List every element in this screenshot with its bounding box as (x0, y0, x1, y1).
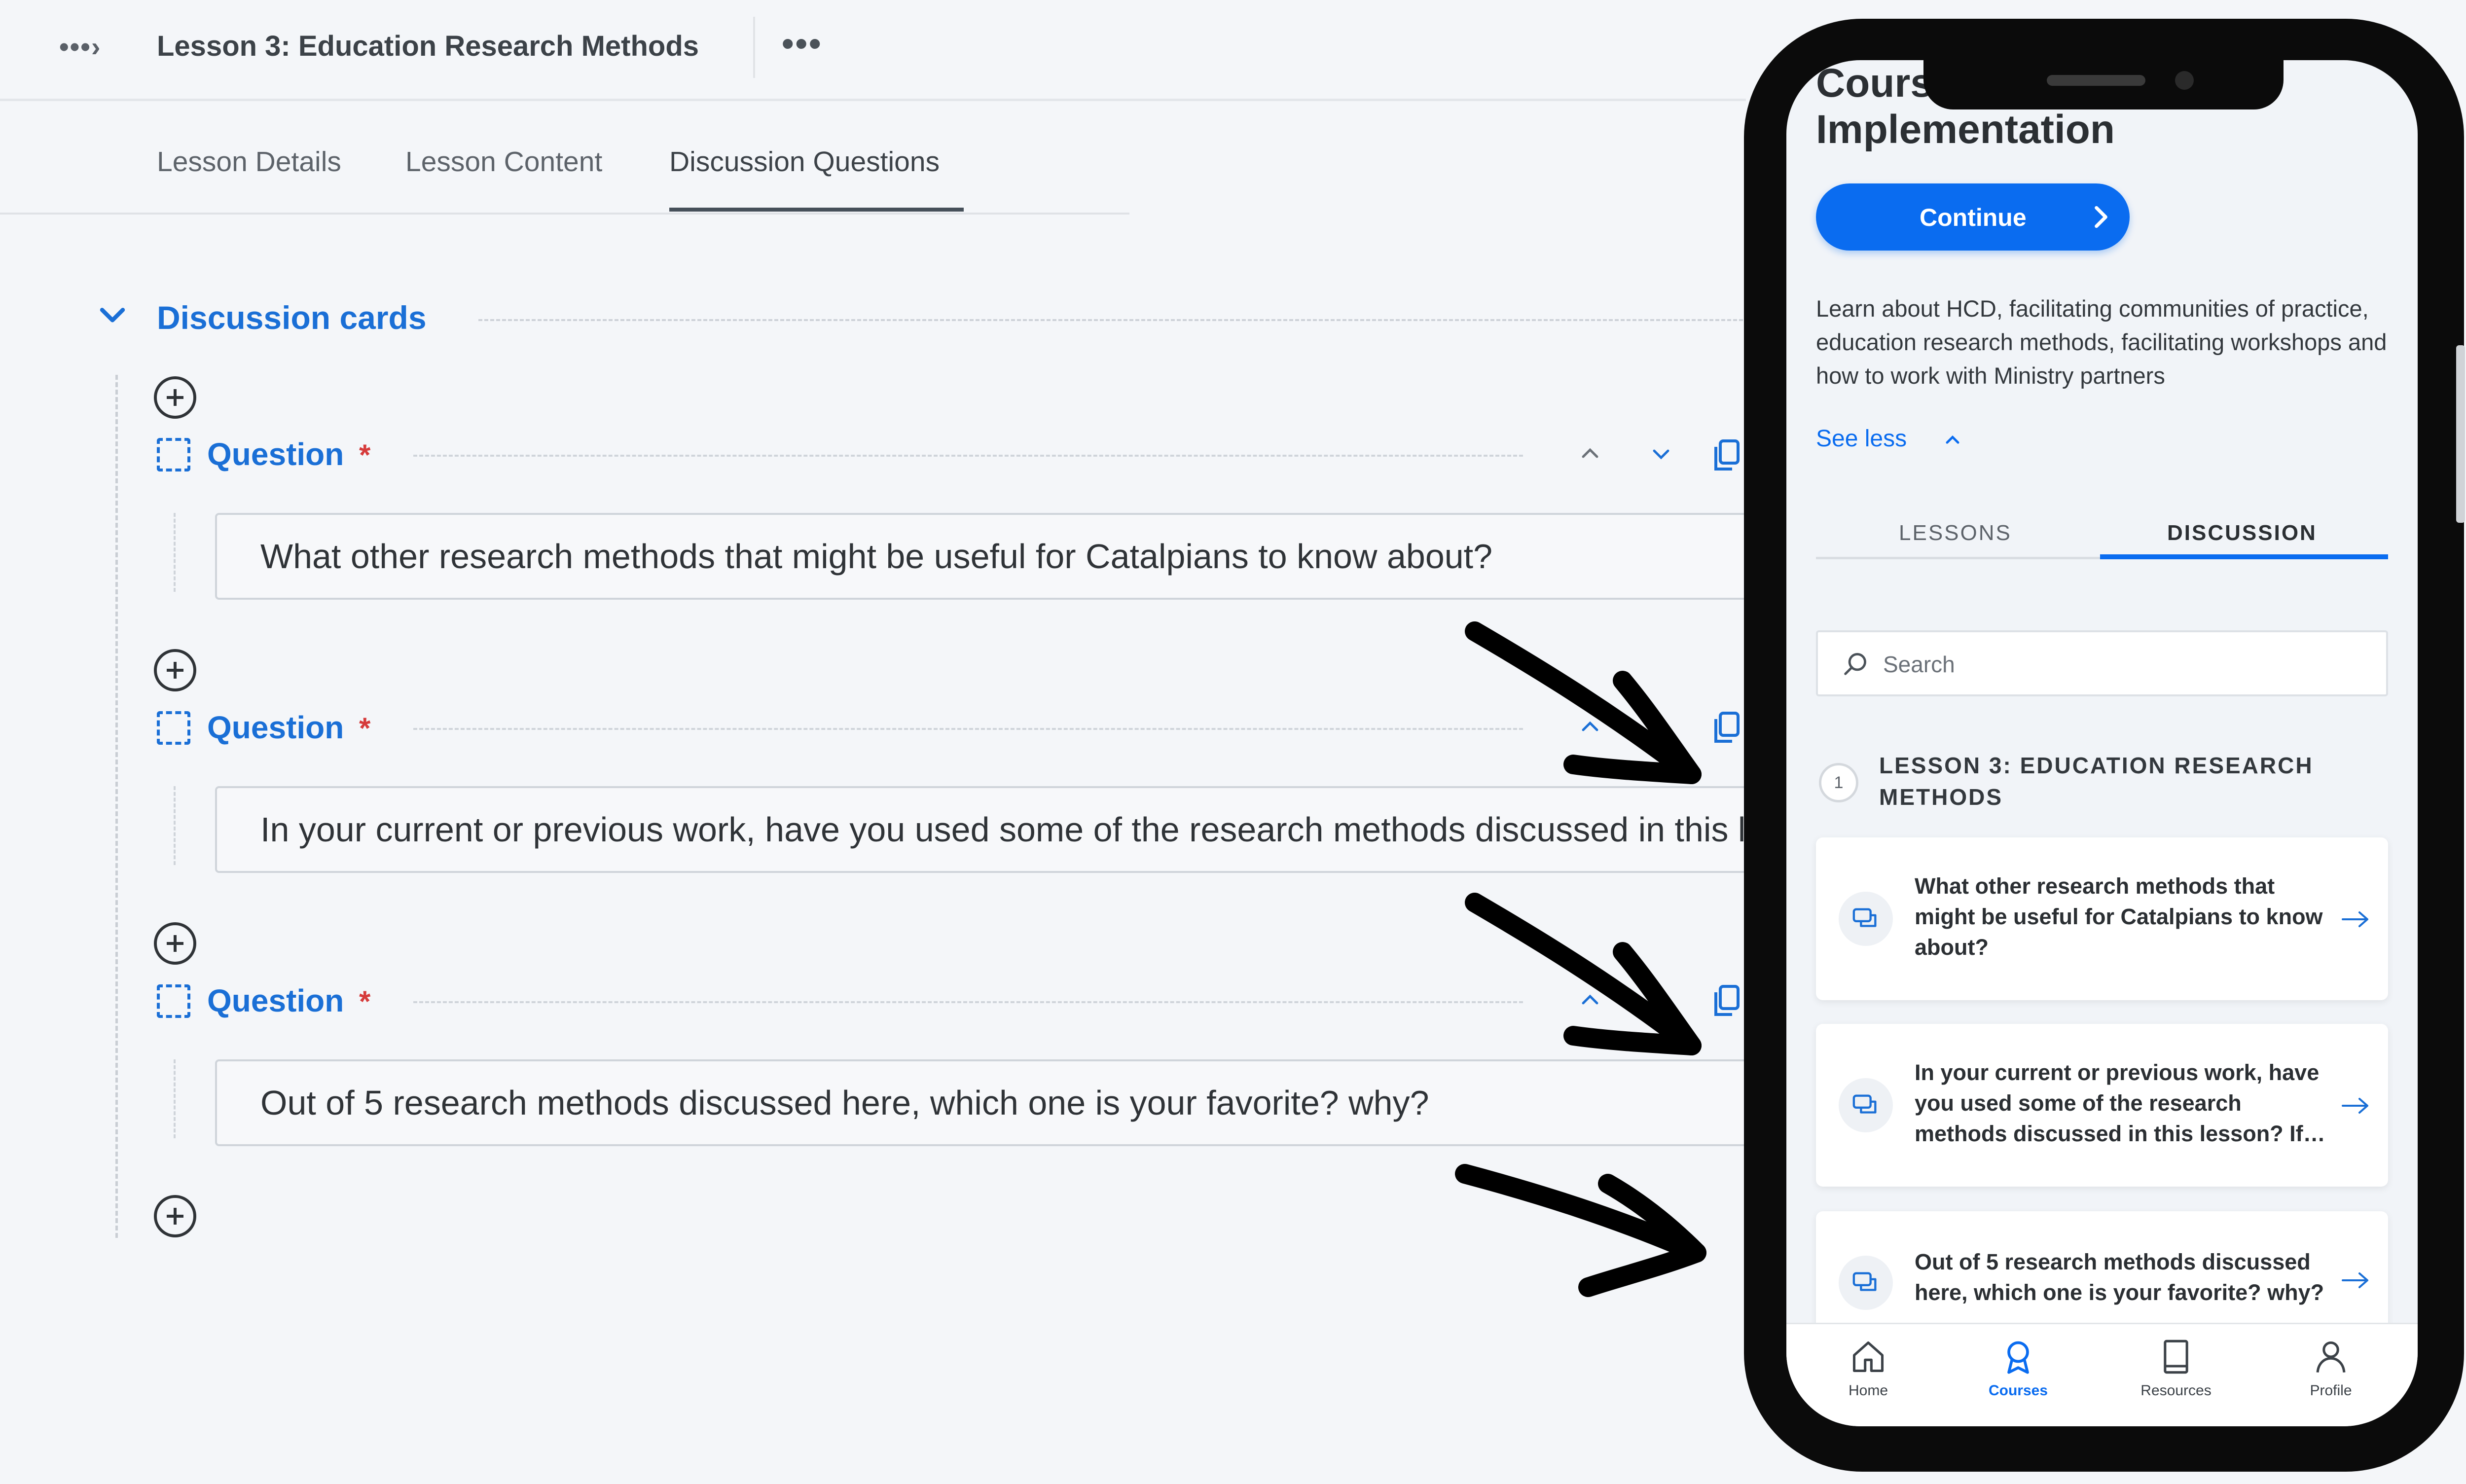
question-label: Question (207, 983, 344, 1018)
phone-tabs: LESSONS DISCUSSION (1816, 504, 2388, 559)
phone-camera (2175, 71, 2194, 90)
annotation-arrow-icon (1465, 893, 1702, 1055)
nav-home[interactable]: Home (1819, 1338, 1918, 1399)
courses-icon (2007, 1341, 2029, 1374)
nav-resources[interactable]: Resources (2127, 1338, 2225, 1399)
add-question-button[interactable] (154, 649, 196, 691)
bottom-navigation: Home Courses Resources Profile (1786, 1323, 2418, 1426)
question-indent-line (174, 513, 176, 592)
discussion-icon-bg (1839, 1078, 1893, 1132)
chat-bubbles-icon (1852, 1094, 1877, 1114)
annotation-arrow-icon (1465, 621, 1702, 784)
search-placeholder: Search (1883, 652, 1955, 677)
question-select-checkbox[interactable] (157, 984, 190, 1018)
nav-profile-label: Profile (2310, 1382, 2352, 1399)
active-tab-indicator (2100, 554, 2388, 559)
tab-discussion[interactable]: DISCUSSION (2167, 521, 2317, 545)
required-mark: * (359, 712, 371, 745)
nav-home-label: Home (1848, 1382, 1888, 1399)
chevron-up-icon[interactable] (1943, 430, 1962, 449)
nav-courses[interactable]: Courses (1969, 1338, 2067, 1399)
active-tab-indicator (669, 208, 964, 212)
tab-lessons[interactable]: LESSONS (1899, 521, 2012, 545)
question-input[interactable]: In your current or previous work, have y… (215, 786, 1746, 873)
discussion-icon-bg (1839, 1256, 1893, 1310)
section-divider (478, 319, 1746, 321)
nav-profile[interactable]: Profile (2282, 1338, 2380, 1399)
chevron-down-icon[interactable] (99, 302, 126, 329)
phone-screen: Course: Program Implementation Continue … (1786, 60, 2418, 1426)
search-icon (1844, 653, 1866, 675)
lesson-number-badge: 1 (1819, 763, 1858, 802)
phone-side-button (2456, 345, 2465, 523)
editor-tabs: Lesson Details Lesson Content Discussion… (0, 101, 1129, 215)
nav-resources-label: Resources (2140, 1382, 2212, 1399)
discussion-card[interactable]: In your current or previous work, have y… (1816, 1024, 2388, 1187)
breadcrumb-collapse-icon[interactable]: •••› (59, 31, 101, 63)
discussion-text: Out of 5 research methods discussed here… (1915, 1249, 2324, 1305)
required-mark: * (359, 438, 371, 471)
tab-discussion-questions[interactable]: Discussion Questions (669, 145, 940, 178)
add-question-button[interactable] (154, 376, 196, 419)
arrow-right-icon (2342, 1098, 2368, 1114)
chevron-right-icon (2095, 206, 2107, 228)
question-select-checkbox[interactable] (157, 711, 190, 745)
cards-guide-line (115, 375, 118, 1238)
tab-lesson-details[interactable]: Lesson Details (157, 145, 341, 178)
move-up-icon[interactable] (1578, 442, 1602, 466)
add-question-button[interactable] (154, 922, 196, 965)
search-input[interactable]: Search (1816, 630, 2388, 696)
question-indent-line (174, 1059, 176, 1138)
discussion-text: In your current or previous work, have y… (1915, 1060, 2325, 1146)
arrow-right-icon (2342, 911, 2368, 927)
lesson-editor: •••› Lesson 3: Education Research Method… (0, 0, 1746, 1484)
question-divider (413, 455, 1523, 457)
topbar-divider (753, 17, 755, 78)
editor-topbar: •••› Lesson 3: Education Research Method… (0, 0, 1746, 101)
question-input[interactable]: What other research methods that might b… (215, 513, 1746, 600)
chat-bubbles-icon (1852, 1272, 1877, 1291)
resources-icon (2164, 1339, 2188, 1374)
question-indent-line (174, 786, 176, 865)
move-down-icon[interactable] (1649, 442, 1673, 466)
more-options-icon[interactable]: ••• (782, 24, 823, 63)
nav-courses-label: Courses (1988, 1382, 2048, 1399)
question-divider (413, 728, 1523, 730)
discussion-card[interactable]: What other research methods that might b… (1816, 837, 2388, 1000)
home-icon (1852, 1341, 1884, 1373)
required-mark: * (359, 985, 371, 1018)
question-label: Question (207, 710, 344, 745)
continue-button[interactable]: Continue (1816, 183, 2130, 251)
arrow-right-icon (2342, 1272, 2368, 1288)
lesson-heading: LESSON 3: EDUCATION RESEARCH METHODS (1879, 753, 2314, 810)
tab-lesson-content[interactable]: Lesson Content (405, 145, 602, 178)
phone-speaker (2047, 75, 2145, 86)
duplicate-icon[interactable] (1711, 438, 1741, 473)
add-question-button[interactable] (154, 1195, 196, 1237)
course-description: Learn about HCD, facilitating communitie… (1816, 295, 2387, 389)
question-input[interactable]: Out of 5 research methods discussed here… (215, 1059, 1746, 1146)
question-divider (413, 1001, 1523, 1003)
see-less-link[interactable]: See less (1816, 425, 1907, 452)
section-title-discussion-cards[interactable]: Discussion cards (157, 299, 427, 336)
annotation-arrow-icon (1455, 1164, 1706, 1297)
question-select-checkbox[interactable] (157, 438, 190, 471)
question-label: Question (207, 436, 344, 472)
profile-icon (2316, 1341, 2346, 1373)
discussion-text: What other research methods that might b… (1915, 873, 2323, 960)
continue-label: Continue (1920, 204, 2027, 231)
discussion-icon-bg (1839, 892, 1893, 946)
lesson-title: Lesson 3: Education Research Methods (157, 30, 699, 62)
chat-bubbles-icon (1852, 908, 1877, 927)
